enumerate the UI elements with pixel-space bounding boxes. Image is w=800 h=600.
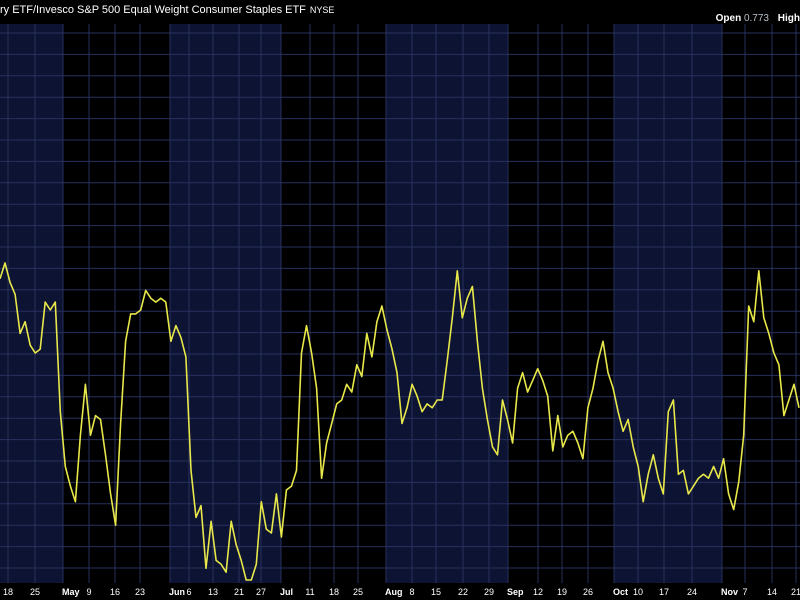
x-tick-label-month: Aug bbox=[385, 587, 403, 597]
x-tick-label: 15 bbox=[431, 587, 441, 597]
x-tick-label: 16 bbox=[110, 587, 120, 597]
x-tick-label: 9 bbox=[86, 587, 91, 597]
price-chart[interactable]: 18 25 May 9 16 23 Jun 6 13 21 27 Jul 11 18 25 Aug 8 15 22 2… bbox=[0, 0, 800, 600]
x-tick-label: 24 bbox=[687, 587, 697, 597]
ohlc-readout: Open 0.773 High bbox=[716, 13, 800, 24]
x-tick-label-month: Nov bbox=[721, 587, 738, 597]
x-tick-label: 6 bbox=[186, 587, 191, 597]
x-tick-label: 22 bbox=[458, 587, 468, 597]
x-tick-label: 17 bbox=[659, 587, 669, 597]
month-band bbox=[614, 24, 722, 583]
x-tick-label: 11 bbox=[305, 587, 314, 597]
x-tick-label: 14 bbox=[767, 587, 777, 597]
high-label: High bbox=[777, 13, 800, 24]
month-band bbox=[386, 24, 508, 583]
x-tick-label: 7 bbox=[742, 587, 747, 597]
x-tick-label: 18 bbox=[329, 587, 339, 597]
x-tick-label: 25 bbox=[30, 587, 40, 597]
x-tick-label: 10 bbox=[633, 587, 643, 597]
month-band bbox=[722, 24, 800, 583]
x-tick-label: 13 bbox=[208, 587, 218, 597]
x-tick-label-month: Jun bbox=[169, 587, 185, 597]
chart-header: ry ETF/Invesco S&P 500 Equal Weight Cons… bbox=[0, 0, 800, 24]
month-band bbox=[508, 24, 614, 583]
x-tick-label: 25 bbox=[353, 587, 363, 597]
chart-title: ry ETF/Invesco S&P 500 Equal Weight Cons… bbox=[0, 4, 334, 16]
x-tick-label: 8 bbox=[409, 587, 414, 597]
x-tick-label-month: Sep bbox=[507, 587, 524, 597]
x-tick-label: 27 bbox=[256, 587, 266, 597]
x-tick-label: 21 bbox=[791, 587, 800, 597]
open-value: 0.773 bbox=[743, 13, 769, 24]
month-band bbox=[170, 24, 281, 583]
x-tick-label: 26 bbox=[583, 587, 593, 597]
open-label: Open bbox=[715, 13, 742, 24]
x-tick-label: 29 bbox=[484, 587, 494, 597]
chart-title-text: ry ETF/Invesco S&P 500 Equal Weight Cons… bbox=[0, 4, 306, 16]
month-bands bbox=[0, 24, 800, 583]
x-axis: 18 25 May 9 16 23 Jun 6 13 21 27 Jul 11 18 25 Aug 8 15 22 2… bbox=[3, 587, 800, 597]
x-tick-label-month: May bbox=[62, 587, 80, 597]
x-tick-label-month: Oct bbox=[613, 587, 628, 597]
x-tick-label: 23 bbox=[135, 587, 145, 597]
x-tick-label: 21 bbox=[234, 587, 244, 597]
x-tick-label: 18 bbox=[3, 587, 13, 597]
exchange-label: NYSE bbox=[309, 5, 335, 15]
x-tick-label: 12 bbox=[533, 587, 543, 597]
x-tick-label-month: Jul bbox=[280, 587, 293, 597]
x-tick-label: 19 bbox=[557, 587, 567, 597]
